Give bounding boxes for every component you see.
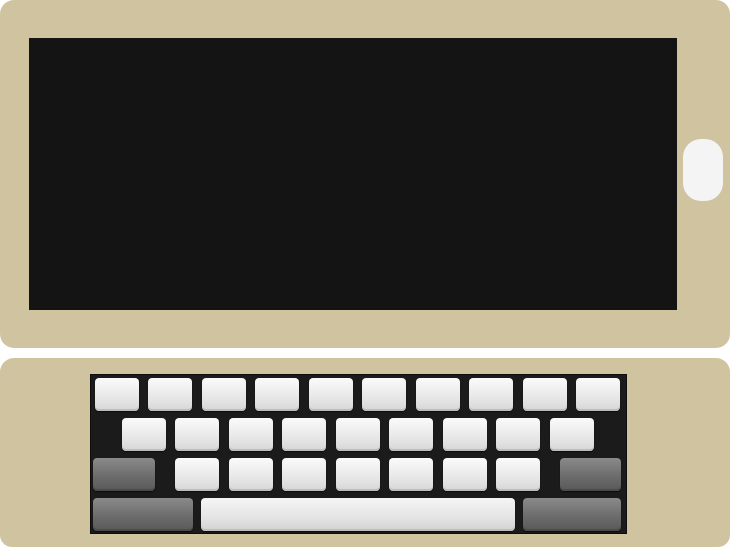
return-key[interactable] [523,498,621,531]
key[interactable] [148,378,192,411]
key[interactable] [229,458,273,491]
key[interactable] [550,418,594,451]
key[interactable] [523,378,567,411]
key[interactable] [336,458,380,491]
shift-key[interactable] [93,458,155,491]
key[interactable] [309,378,353,411]
key[interactable] [443,458,487,491]
key[interactable] [202,378,246,411]
mode-key[interactable] [93,498,193,531]
key[interactable] [496,458,540,491]
key[interactable] [175,418,219,451]
key[interactable] [122,418,166,451]
key[interactable] [229,418,273,451]
key[interactable] [469,378,513,411]
key[interactable] [175,458,219,491]
key[interactable] [282,418,326,451]
key[interactable] [282,458,326,491]
backspace-key[interactable] [560,458,621,491]
home-button[interactable] [683,139,723,201]
key[interactable] [496,418,540,451]
keyboard [90,374,627,534]
key[interactable] [416,378,460,411]
space-bar[interactable] [201,498,515,531]
key[interactable] [389,418,433,451]
device-top-housing [0,0,730,348]
device-screen [29,38,677,310]
key[interactable] [443,418,487,451]
key[interactable] [336,418,380,451]
key[interactable] [255,378,299,411]
key[interactable] [576,378,620,411]
key[interactable] [95,378,139,411]
key[interactable] [362,378,406,411]
key[interactable] [389,458,433,491]
